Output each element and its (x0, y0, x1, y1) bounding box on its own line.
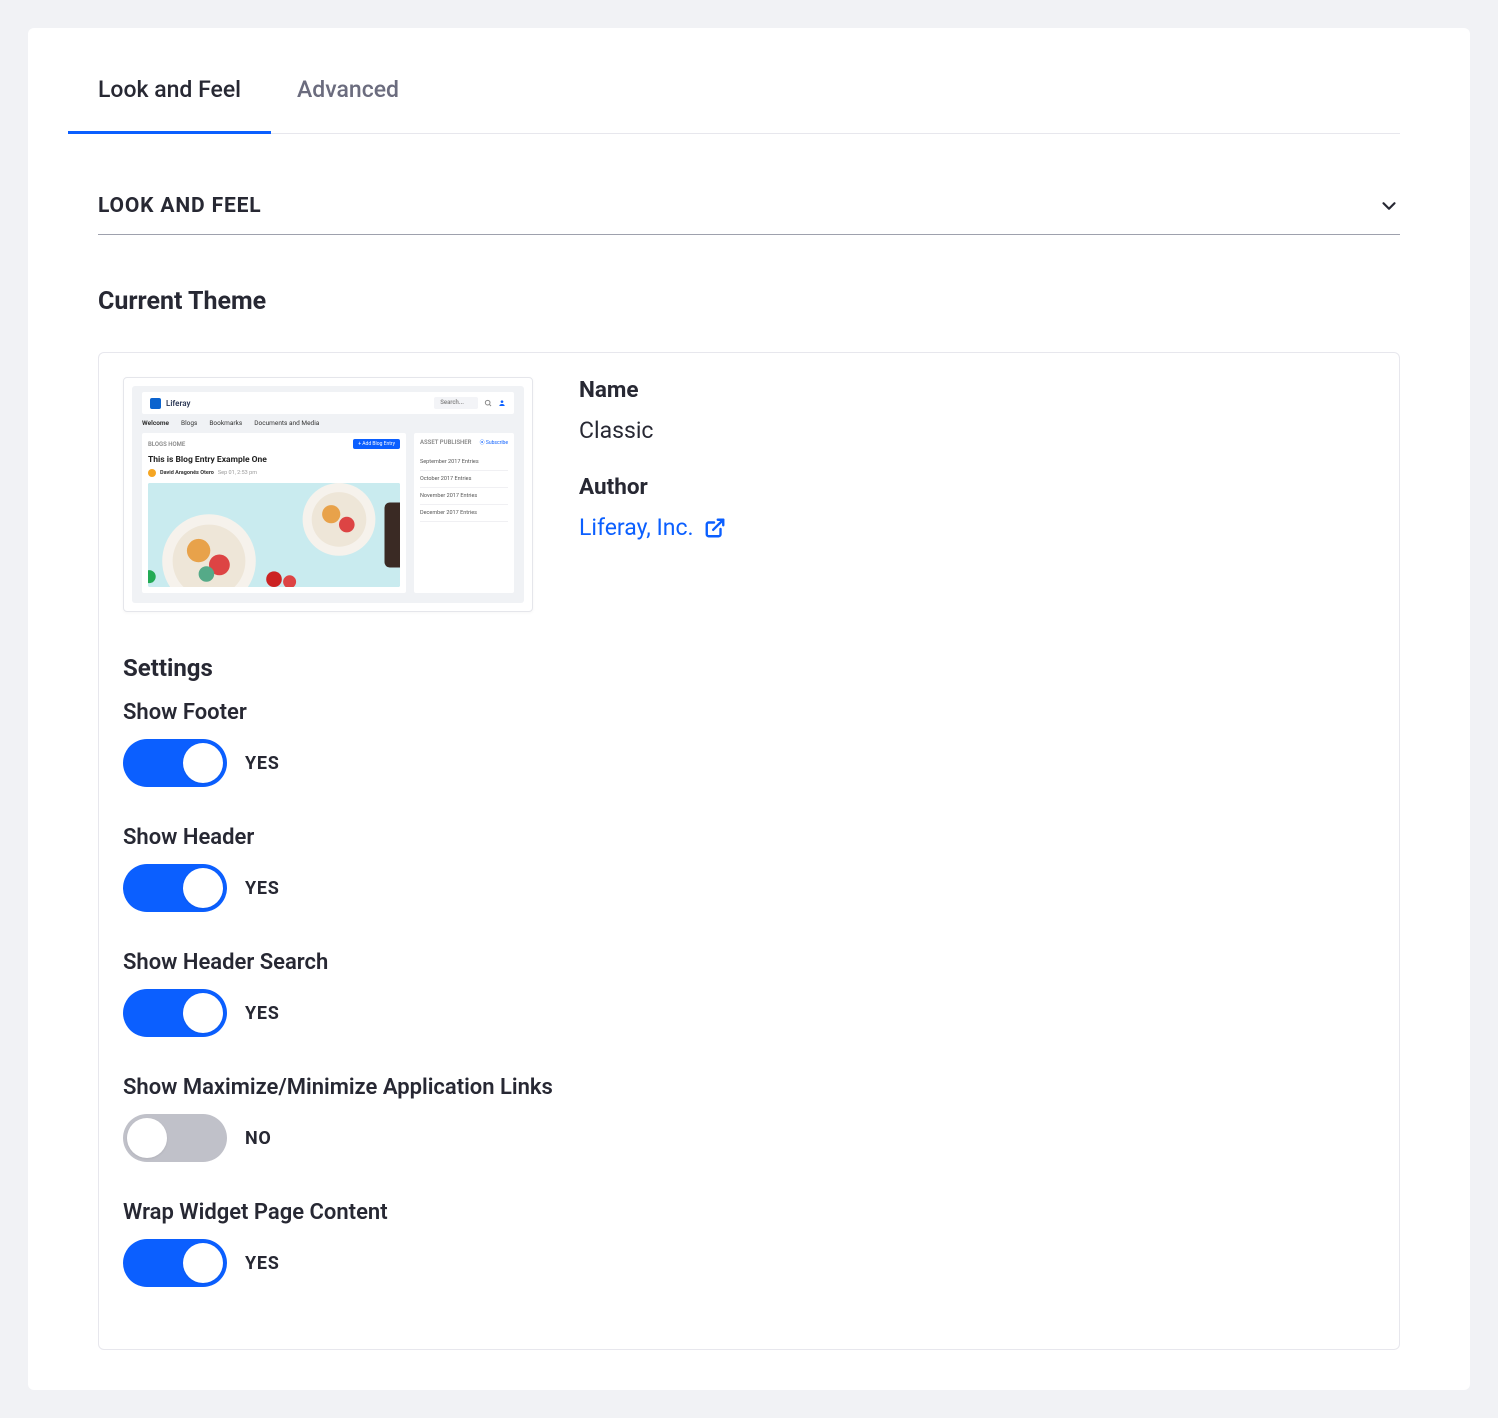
search-icon (484, 399, 492, 407)
theme-top: Liferay Search... Welcome Blogs Bookmark… (123, 377, 1375, 612)
meta-name-label: Name (579, 377, 726, 403)
meta-name-value: Classic (579, 417, 726, 444)
author-link-text: Liferay, Inc. (579, 514, 694, 541)
theme-panel: Liferay Search... Welcome Blogs Bookmark… (98, 352, 1400, 1350)
toggle-state-text: YES (245, 1003, 280, 1024)
toggle-row: YES (123, 739, 1375, 787)
setting-item: Wrap Widget Page Content YES (123, 1200, 1375, 1287)
tabs-bar: Look and Feel Advanced (98, 56, 1400, 134)
toggle-knob (183, 1243, 223, 1283)
thumb-inner: Liferay Search... Welcome Blogs Bookmark… (132, 386, 524, 603)
meta-author-label: Author (579, 474, 726, 500)
thumb-side: ASSET PUBLISHER ⦿ Subscribe September 20… (414, 433, 514, 593)
thumb-blogs-home: BLOGS HOME (148, 441, 185, 448)
thumb-add-blog-button: + Add Blog Entry (353, 439, 400, 449)
toggle-row: NO (123, 1114, 1375, 1162)
setting-label: Show Header (123, 825, 1375, 850)
thumb-byline: David Aragonés Otero Sep 01, 2:53 pm (148, 469, 400, 477)
liferay-logo-icon (150, 398, 161, 409)
tab-advanced[interactable]: Advanced (297, 56, 399, 133)
avatar-icon (148, 469, 156, 477)
toggle-switch[interactable] (123, 864, 227, 912)
toggle-knob (183, 868, 223, 908)
current-theme-heading: Current Theme (98, 287, 1400, 316)
settings-heading: Settings (123, 654, 1375, 682)
toggle-switch[interactable] (123, 739, 227, 787)
toggle-row: YES (123, 864, 1375, 912)
config-card: Look and Feel Advanced LOOK AND FEEL Cur… (28, 28, 1470, 1390)
settings-list: Show FooterYESShow HeaderYESShow Header … (123, 700, 1375, 1287)
thumb-photo (148, 483, 400, 587)
thumb-brand: Liferay (166, 399, 190, 408)
toggle-switch[interactable] (123, 1239, 227, 1287)
setting-label: Show Footer (123, 700, 1375, 725)
toggle-state-text: YES (245, 1253, 280, 1274)
thumb-nav-item: Bookmarks (209, 419, 242, 427)
toggle-state-text: YES (245, 753, 280, 774)
thumb-main: BLOGS HOME + Add Blog Entry This is Blog… (142, 433, 406, 593)
thumb-nav-item: Blogs (181, 419, 197, 427)
thumb-search-area: Search... (434, 397, 506, 409)
thumb-archive-item: September 2017 Entries (420, 454, 508, 471)
toggle-state-text: NO (245, 1128, 272, 1149)
thumb-side-head: ASSET PUBLISHER ⦿ Subscribe (420, 439, 508, 446)
toggle-switch[interactable] (123, 1114, 227, 1162)
chevron-down-icon[interactable] (1378, 195, 1400, 217)
author-link[interactable]: Liferay, Inc. (579, 514, 726, 541)
setting-label: Wrap Widget Page Content (123, 1200, 1375, 1225)
section-header[interactable]: LOOK AND FEEL (98, 194, 1400, 235)
thumb-author: David Aragonés Otero (160, 470, 214, 476)
thumb-body: BLOGS HOME + Add Blog Entry This is Blog… (142, 433, 514, 593)
toggle-knob (127, 1118, 167, 1158)
thumb-archive-item: October 2017 Entries (420, 471, 508, 488)
setting-label: Show Maximize/Minimize Application Links (123, 1075, 1375, 1100)
toggle-row: YES (123, 989, 1375, 1037)
thumb-header: Liferay Search... (142, 392, 514, 414)
thumb-asset-publisher: ASSET PUBLISHER (420, 439, 471, 446)
thumb-archive-item: November 2017 Entries (420, 488, 508, 505)
setting-item: Show Footer YES (123, 700, 1375, 787)
thumb-nav: Welcome Blogs Bookmarks Documents and Me… (142, 419, 514, 427)
external-link-icon (704, 517, 726, 539)
thumb-nav-item: Welcome (142, 419, 169, 427)
toggle-knob (183, 993, 223, 1033)
thumb-subscribe: ⦿ Subscribe (480, 439, 508, 446)
theme-thumbnail[interactable]: Liferay Search... Welcome Blogs Bookmark… (123, 377, 533, 612)
setting-item: Show Header Search YES (123, 950, 1375, 1037)
toggle-state-text: YES (245, 878, 280, 899)
setting-item: Show Header YES (123, 825, 1375, 912)
thumb-search-box: Search... (434, 397, 478, 409)
toggle-row: YES (123, 1239, 1375, 1287)
tab-look-and-feel[interactable]: Look and Feel (98, 56, 241, 133)
theme-meta: Name Classic Author Liferay, Inc. (579, 377, 726, 612)
section-title: LOOK AND FEEL (98, 194, 261, 218)
thumb-main-head: BLOGS HOME + Add Blog Entry (148, 439, 400, 449)
user-icon (498, 399, 506, 407)
toggle-switch[interactable] (123, 989, 227, 1037)
thumb-archive-item: December 2017 Entries (420, 505, 508, 522)
setting-item: Show Maximize/Minimize Application Links… (123, 1075, 1375, 1162)
thumb-logo: Liferay (150, 398, 190, 409)
thumb-date: Sep 01, 2:53 pm (218, 470, 257, 476)
toggle-knob (183, 743, 223, 783)
thumb-nav-item: Documents and Media (254, 419, 319, 427)
thumb-entry-title: This is Blog Entry Example One (148, 455, 400, 465)
setting-label: Show Header Search (123, 950, 1375, 975)
